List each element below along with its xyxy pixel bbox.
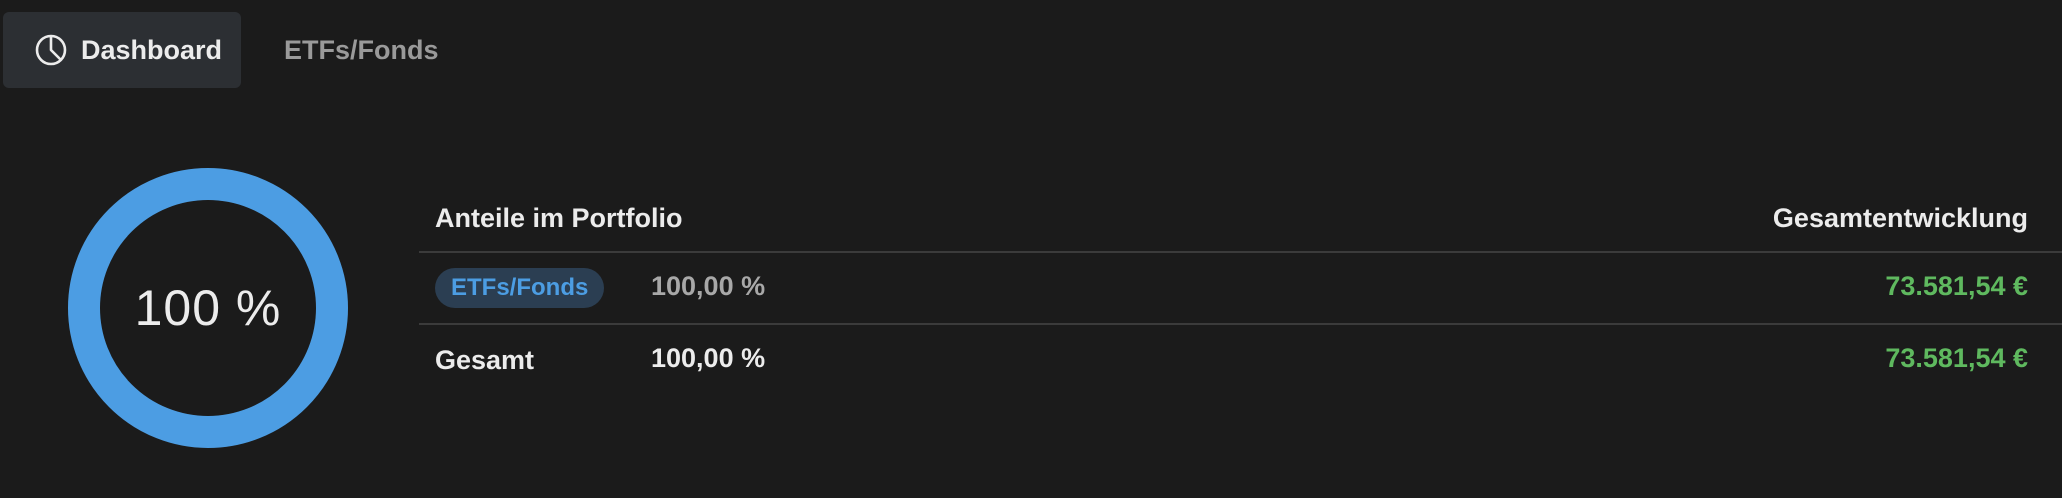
total-development-value: 73.581,54 € (1885, 343, 2028, 373)
total-label: Gesamt (435, 345, 535, 375)
donut-center-label: 100 % (134, 280, 282, 336)
category-badge[interactable]: ETFs/Fonds (435, 268, 605, 308)
table-header: Anteile im Portfolio Gesamtentwicklung (419, 180, 2062, 253)
tab-bar: Dashboard ETFs/Fonds (3, 12, 439, 88)
tab-dashboard-label: Dashboard (81, 34, 223, 65)
development-value: 73.581,54 € (1885, 271, 2028, 301)
header-total-development: Gesamtentwicklung (1772, 203, 2028, 233)
tab-dashboard[interactable]: Dashboard (3, 12, 241, 88)
total-share-value: 100,00 % (651, 343, 766, 373)
table-row[interactable]: ETFs/Fonds 100,00 % 73.581,54 € (419, 253, 2062, 325)
header-portfolio-shares: Anteile im Portfolio (435, 203, 683, 233)
total-row: Gesamt 100,00 % 73.581,54 € (419, 325, 2062, 397)
share-value: 100,00 % (651, 271, 766, 301)
tab-etfs-fonds[interactable]: ETFs/Fonds (241, 12, 439, 88)
allocation-donut-chart: 100 % (68, 168, 348, 448)
portfolio-table: Anteile im Portfolio Gesamtentwicklung E… (419, 180, 2062, 397)
tab-etfs-fonds-label: ETFs/Fonds (284, 34, 439, 65)
pie-chart-icon (35, 34, 67, 66)
